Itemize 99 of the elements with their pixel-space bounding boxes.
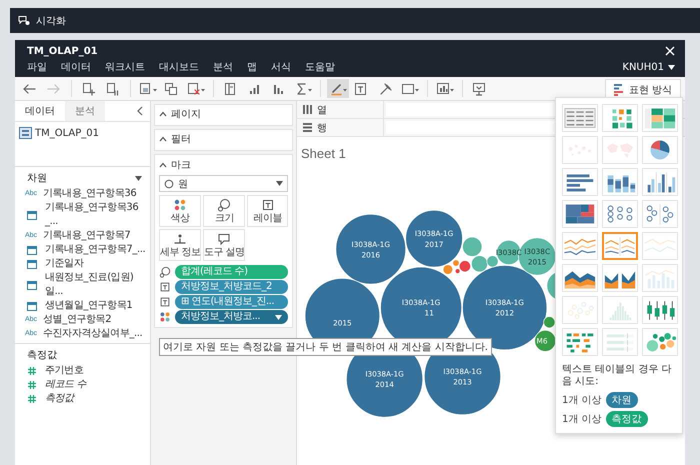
chevron-left-icon[interactable] [136,106,144,116]
menu-item[interactable]: 도움말 [305,60,335,74]
field-type-tag: 측정값 [606,411,648,427]
bubble[interactable] [336,214,406,284]
mark-label-button[interactable]: 레이블 [247,195,288,227]
bubble[interactable] [471,255,488,272]
mark-detail-button[interactable]: 세부 정보 [159,229,202,261]
speech-bubble-icon [217,232,232,246]
bubble[interactable] [486,255,499,268]
circles-icon [159,266,171,278]
measure-field[interactable]: 주기번호 [15,364,150,378]
chevron-up-icon[interactable] [159,162,167,168]
measure-field[interactable]: 측정값 [15,392,150,406]
columns-icon [303,105,312,114]
user-menu[interactable]: KNUH01 [622,62,675,72]
measure-icon [27,366,37,376]
bubble-label: I3038A-1G 2013 [443,367,482,387]
measure-field[interactable]: 레코드 수 [15,378,150,392]
new-sheet-icon [138,82,158,96]
color-dots-icon [173,198,188,212]
mark-type-dropdown[interactable]: 원 [159,175,288,192]
requirement-text: 1개 이상 [562,413,602,426]
card-title: 마크 [171,159,191,172]
calendar-icon [27,301,37,311]
detail-icon [173,232,188,246]
menu-item[interactable]: 서식 [271,60,291,74]
hint-text: 텍스트 테이블의 경우 다음 시도: [562,364,673,388]
menu-item[interactable]: 분석 [213,60,233,74]
close-icon[interactable] [665,46,675,56]
bubble-label: I3038A-1G 2014 [365,370,404,390]
dimension-field[interactable]: 기록내용_연구항목36_... [15,201,150,229]
rows-icon [303,123,312,132]
calendar-icon [27,210,37,220]
measure-icon [27,380,37,390]
field-pill[interactable]: 처방정보_처방코... [175,310,288,324]
database-icon [19,127,32,139]
calendar-icon [27,259,37,269]
bar-chart-icon [614,84,624,96]
pane-tab[interactable]: 분석 [65,101,105,121]
menu-item[interactable]: 워크시트 [105,60,145,74]
section-title: 차원 [27,172,47,185]
dimension-field[interactable]: 기준일자 [15,257,150,271]
calendar-icon [27,280,37,290]
caret-icon [276,181,283,186]
highlighter-icon [328,82,348,96]
caret-icon [275,314,282,320]
mark-tooltip-button[interactable]: 도구 설명 [203,229,246,261]
text-table-icon [563,105,597,131]
bubble[interactable] [543,316,555,328]
menu-item[interactable]: 데이터 [61,60,91,74]
circle-icon [164,178,174,188]
measure-icon [27,394,37,404]
dimension-field[interactable]: 내원정보_진료(입원)일... [15,271,150,299]
field-pill[interactable]: 처방정보_처방코드_2 [175,280,288,294]
text-box-icon [159,281,171,293]
chat-bubble-icon [18,15,30,26]
card-title: 페이지 [171,108,201,121]
data-source[interactable]: TM_OLAP_01 [15,122,150,144]
text-box-icon [159,296,171,308]
cards-icon [436,82,454,96]
highlight-button[interactable] [327,79,349,98]
menu-item[interactable]: 파일 [27,60,47,74]
caret-icon[interactable] [135,176,142,180]
requirement-text: 1개 이상 [562,394,602,407]
bubble[interactable] [442,264,454,275]
clear-sheet-icon [186,82,206,96]
sheet-title: Sheet 1 [301,146,346,161]
bubble[interactable] [405,210,463,268]
mark-size-button[interactable]: 크기 [203,195,246,227]
drop-hint-tooltip: 여기로 자원 또는 측정값을 끌거나 두 번 클릭하여 새 계산을 시작합니다. [159,338,492,356]
bubble-label: 2015 [333,318,352,328]
menu-item[interactable]: 대시보드 [159,60,199,74]
bubble-label: I3038A-1G 2017 [414,229,454,249]
bubble-label: I3038A-1G 11 [402,298,440,318]
circles-icon [217,198,232,212]
app-title: 시각화 [36,14,66,28]
dimension-field[interactable]: 생년월일_연구항목1 [15,299,150,313]
bubble-label: I3038C 2015 [524,247,550,267]
shelf-label: 행 [317,122,327,134]
mark-color-button[interactable]: 색상 [159,195,202,227]
menu-item[interactable]: 맵 [247,60,257,74]
calendar-icon [27,245,37,255]
card-title: 필터 [171,133,191,146]
bubble-label: I3038A-1G 2016 [352,240,390,260]
field-type-tag: 차원 [606,392,638,408]
text-box-icon [260,198,275,212]
bubble-label: I3038A-1G 2012 [485,298,524,318]
chevron-up-icon[interactable] [159,136,167,142]
section-title: 측정값 [27,349,57,362]
chart-type-option[interactable] [602,232,638,260]
workbook-title: TM_OLAP_01 [27,46,98,56]
bubble-label: M6 [536,336,548,346]
field-pill[interactable]: ⊞ 연도(내원정보_진... [175,295,288,309]
chevron-up-icon[interactable] [159,111,167,117]
caret-icon [668,64,675,70]
dimension-field[interactable]: 기록내용_연구항목7_... [15,243,150,257]
shelf-label: 열 [317,104,327,116]
fit-frame-icon [400,82,420,96]
color-dots-icon [159,311,171,323]
